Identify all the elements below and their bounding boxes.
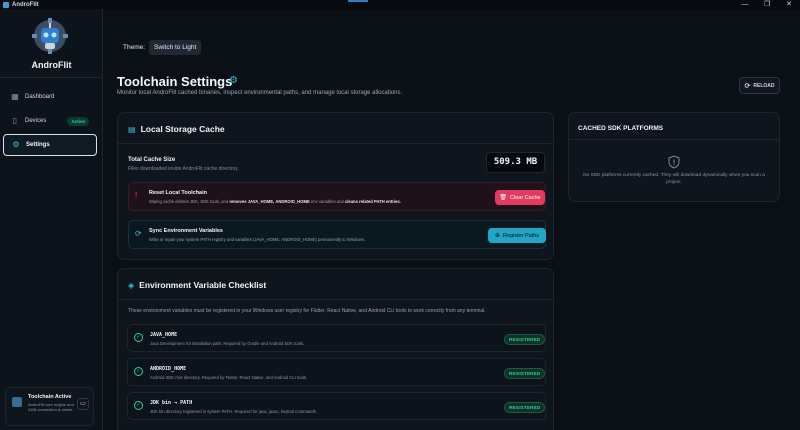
reset-description: Wiping cache deletes JDK, SDK tools, and… <box>149 199 401 204</box>
title-accent-strip <box>348 0 368 2</box>
env-var-name: ANDROID_HOME <box>150 366 187 372</box>
sdk-empty-message: No SDK platforms currently cached. They … <box>583 173 765 185</box>
env-var-description: Java Development Kit installation path. … <box>150 341 305 346</box>
register-paths-button[interactable]: ⊕ Register Paths <box>488 228 546 243</box>
window-controls: — ❐ ✕ <box>734 0 800 9</box>
status-title: Toolchain Active <box>28 394 72 400</box>
total-cache-label: Total Cache Size <box>128 157 176 163</box>
sidebar-item-label: Devices <box>25 118 47 124</box>
local-storage-card: ▤ Local Storage Cache Total Cache Size F… <box>117 112 554 260</box>
gear-icon: ⚙ <box>12 140 20 149</box>
card-header: ◈ Environment Variable Checklist <box>128 280 266 290</box>
check-circle-icon: ✓ <box>134 401 143 410</box>
dashboard-icon: ▦ <box>11 92 19 101</box>
open-folder-button[interactable]: ▭ <box>77 398 89 410</box>
env-var-description: JDK bin directory registered in system P… <box>150 409 317 414</box>
sidebar-item-devices[interactable]: ▯ Devices Active <box>3 110 97 132</box>
page-subtitle: Monitor local AndroFlit cached binaries,… <box>117 90 403 96</box>
warning-icon: ! <box>135 191 138 200</box>
registered-badge: REGISTERED <box>504 368 546 379</box>
cache-size-value: 509.3 MB <box>486 152 545 173</box>
reset-toolchain-box: ! Reset Local Toolchain Wiping cache del… <box>128 182 546 211</box>
env-var-description: Android SDK root directory. Required by … <box>150 375 308 380</box>
card-title: CACHED SDK PLATFORMS <box>578 125 664 132</box>
status-description: AndroFlit core engine and ADB connection… <box>28 402 74 412</box>
theme-label: Theme: <box>123 44 146 51</box>
trash-icon: 🗑 <box>499 195 508 201</box>
app-icon <box>3 1 9 8</box>
minimize-button[interactable]: — <box>734 0 756 9</box>
sync-title: Sync Environment Variables <box>149 228 223 234</box>
sidebar: AndroFlit ▦ Dashboard ▯ Devices Active ⚙… <box>0 9 103 430</box>
page-title: Toolchain Settings <box>117 74 233 89</box>
sidebar-item-label: Dashboard <box>25 94 55 100</box>
clear-cache-label: Clear Cache <box>510 194 541 201</box>
reload-button[interactable]: ⟳ RELOAD <box>739 77 780 94</box>
title-bar: AndroFlit — ❐ ✕ <box>0 0 800 9</box>
close-button[interactable]: ✕ <box>778 0 800 9</box>
phone-icon: ▯ <box>12 116 18 125</box>
env-row-java-home: ✓ JAVA_HOME Java Development Kit install… <box>127 324 546 352</box>
cached-sdk-card: CACHED SDK PLATFORMS No SDK platforms cu… <box>568 112 780 202</box>
registered-badge: REGISTERED <box>504 334 546 345</box>
plus-circle-icon: ⊕ <box>494 233 500 239</box>
card-header: ▤ Local Storage Cache <box>128 124 225 134</box>
sync-icon: ⟳ <box>135 229 142 238</box>
sync-env-box: ⟳ Sync Environment Variables Write or re… <box>128 220 546 249</box>
registered-badge: REGISTERED <box>504 402 546 413</box>
brand-name: AndroFlit <box>31 60 72 70</box>
card-title: Local Storage Cache <box>140 124 225 134</box>
drive-icon: ▤ <box>128 124 136 134</box>
check-circle-icon: ✓ <box>134 367 143 376</box>
devices-active-badge: Active <box>67 116 89 126</box>
card-divider <box>118 143 553 144</box>
robot-logo-icon <box>32 18 68 54</box>
sync-description: Write or repair your system PATH registr… <box>149 237 366 242</box>
reload-label: RELOAD <box>753 82 775 89</box>
switch-theme-button[interactable]: Switch to Light <box>149 40 202 55</box>
env-var-name: JAVA_HOME <box>150 332 178 338</box>
card-title: Environment Variable Checklist <box>139 280 267 290</box>
env-var-name: JDK bin → PATH <box>150 400 193 406</box>
env-row-android-home: ✓ ANDROID_HOME Android SDK root director… <box>127 358 546 386</box>
sidebar-divider <box>0 77 103 78</box>
env-checklist-card: ◈ Environment Variable Checklist These e… <box>117 268 554 430</box>
settings-gear-icon: ⚙ <box>229 75 238 86</box>
sidebar-item-settings[interactable]: ⚙ Settings <box>3 134 97 156</box>
total-cache-description: Files downloaded inside AndroFlit cache … <box>128 166 239 172</box>
sidebar-item-label: Settings <box>26 142 50 148</box>
check-circle-icon: ✓ <box>134 333 143 342</box>
refresh-icon: ⟳ <box>744 82 751 90</box>
maximize-button[interactable]: ❐ <box>756 0 778 9</box>
reset-title: Reset Local Toolchain <box>149 190 207 196</box>
theme-row: Theme: Switch to Light <box>123 40 202 55</box>
env-intro-text: These environment variables must be regi… <box>128 308 486 314</box>
register-paths-label: Register Paths <box>502 232 540 239</box>
shield-alert-icon <box>668 155 680 169</box>
clear-cache-button[interactable]: 🗑 Clear Cache <box>495 190 545 205</box>
toolchain-gear-icon <box>12 397 22 407</box>
window-title: AndroFlit <box>12 1 39 8</box>
brand-block: AndroFlit <box>0 14 103 74</box>
sidebar-item-dashboard[interactable]: ▦ Dashboard <box>3 86 97 108</box>
toolchain-status-card: Toolchain Active AndroFlit core engine a… <box>5 387 94 426</box>
env-row-jdk-bin-path: ✓ JDK bin → PATH JDK bin directory regis… <box>127 392 546 420</box>
card-divider <box>569 139 779 140</box>
shield-icon: ◈ <box>128 280 135 290</box>
card-divider <box>118 299 553 300</box>
